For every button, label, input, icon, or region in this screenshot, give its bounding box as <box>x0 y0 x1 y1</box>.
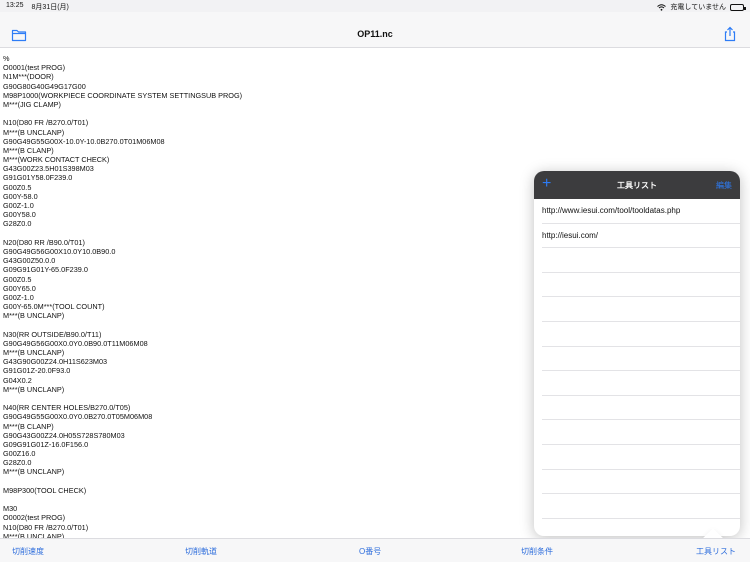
status-time: 13:25 <box>6 2 24 9</box>
code-line: M98P1000(WORKPIECE COORDINATE SYSTEM SET… <box>3 90 243 100</box>
code-line: G43G00Z50.0.0 <box>3 256 56 266</box>
status-bar: 13:25 8月31日(月) 充電していません <box>0 0 750 12</box>
code-line: G90G49G56G00X0.0Y0.0B90.0T11M06M08 <box>3 338 148 348</box>
code-line: G90G49G55G00X0.0Y0.0B270.0T05M06M08 <box>3 412 153 422</box>
battery-icon <box>730 3 746 11</box>
code-line: G00Z-1.0 <box>3 292 34 302</box>
code-line: M***(JIG CLAMP) <box>3 99 61 109</box>
code-line: N10(D80 FR /B270.0/T01) <box>3 118 89 128</box>
code-line: M***(B UNCLANP) <box>3 348 65 357</box>
tool-list-title: 工具リスト <box>617 181 657 190</box>
tool-list-empty-row <box>542 248 740 273</box>
code-line: G90G49G56G00X10.0Y10.0B90.0 <box>3 246 116 256</box>
code-line: G00Y-65.0M***(TOOL COUNT) <box>3 302 105 312</box>
code-line: M30 <box>3 504 18 514</box>
code-line: M***(B CLANP) <box>3 145 54 155</box>
code-line: G04X0.2 <box>3 375 32 385</box>
code-line: M***(B UNCLANP) <box>3 311 65 321</box>
tool-list-empty-row <box>542 445 740 470</box>
tool-list-empty-row <box>542 470 740 495</box>
tool-list-empty-row <box>542 273 740 298</box>
edit-button[interactable]: 編集 <box>716 180 732 191</box>
tab-cutting-speed[interactable]: 切削速度 <box>12 546 44 557</box>
code-line: G09G91G01Z-16.0F156.0 <box>3 439 89 449</box>
tab-o-number[interactable]: O番号 <box>359 546 381 557</box>
code-line: M98P300(TOOL CHECK) <box>3 485 87 495</box>
tool-list-item[interactable]: http://iesui.com/ <box>542 224 740 249</box>
code-line: G90G43G00Z24.0H05S728S780M03 <box>3 430 125 440</box>
code-line: N40(RR CENTER HOLES/B270.0/T05) <box>3 403 131 413</box>
code-line: G28Z0.0 <box>3 219 32 229</box>
tab-bar: 切削速度 切削軌道 O番号 切削条件 工具リスト <box>0 538 750 562</box>
code-line: N1M***(DOOR) <box>3 72 54 82</box>
page-title: OP11.nc <box>357 29 393 39</box>
code-line: N30(RR OUTSIDE/B90.0/T11) <box>3 329 102 339</box>
code-line: G00Y65.0 <box>3 283 36 293</box>
code-line: M***(B UNCLANP) <box>3 467 65 477</box>
tool-list-empty-row <box>542 371 740 396</box>
code-line: M***(B UNCLANP) <box>3 127 65 137</box>
code-line: G90G80G40G49G17G00 <box>3 81 86 91</box>
tool-list-empty-row <box>542 494 740 519</box>
code-line: G43G00Z23.5H01S398M03 <box>3 164 94 174</box>
nc-code-view[interactable]: % O0001(test PROG) N1M***(DOOR) G90G80G40G4… <box>3 54 523 538</box>
code-line: N20(D80 RR /B90.0/T01) <box>3 237 85 247</box>
tool-list-empty-row <box>542 347 740 372</box>
code-line: M***(B UNCLANP) <box>3 384 65 394</box>
charging-status: 充電していません <box>670 4 726 11</box>
code-line: M***(B CLANP) <box>3 421 54 431</box>
navigation-bar: OP11.nc <box>0 12 750 48</box>
code-line: O0002(test PROG) <box>3 513 66 523</box>
tool-list-empty-row <box>542 396 740 421</box>
wifi-icon <box>657 3 667 11</box>
code-line: G90G49G55G00X-10.0Y-10.0B270.0T01M06M08 <box>3 136 165 146</box>
status-date: 8月31日(月) <box>31 4 69 11</box>
code-line: G00Y58.0 <box>3 210 36 220</box>
share-icon[interactable] <box>722 26 738 42</box>
code-line: G00Y-58.0 <box>3 191 38 201</box>
tool-list-empty-row <box>542 297 740 322</box>
tool-list-popover: + 工具リスト 編集 http://www.iesui.com/tool/too… <box>534 171 740 536</box>
code-line: O0001(test PROG) <box>3 63 66 73</box>
code-line: M***(WORK CONTACT CHECK) <box>3 155 110 165</box>
tool-list: http://www.iesui.com/tool/tooldatas.php h… <box>534 199 740 536</box>
tool-list-item[interactable]: http://www.iesui.com/tool/tooldatas.php <box>542 199 740 224</box>
tool-list-empty-row <box>542 322 740 347</box>
code-line: G28Z0.0 <box>3 458 32 468</box>
code-line: G09G91G01Y-65.0F239.0 <box>3 265 88 275</box>
code-line: N10(D80 FR /B270.0/T01) <box>3 522 89 532</box>
tab-cutting-path[interactable]: 切削軌道 <box>185 546 217 557</box>
code-line: G43G90G00Z24.0H11S623M03 <box>3 357 108 367</box>
tab-cutting-conditions[interactable]: 切削条件 <box>521 546 553 557</box>
code-line: G91G01Z-20.0F93.0 <box>3 366 71 376</box>
code-line: G91G01Y58.0F239.0 <box>3 173 73 183</box>
code-line: % <box>3 54 10 63</box>
tab-tool-list[interactable]: 工具リスト <box>696 546 736 557</box>
code-line: G00Z0.5 <box>3 182 32 192</box>
tool-list-empty-row <box>542 420 740 445</box>
code-line: G00Z-1.0 <box>3 201 34 210</box>
tool-list-header: + 工具リスト 編集 <box>534 171 740 199</box>
code-line: G00Z0.5 <box>3 274 32 284</box>
code-line: G00Z16.0 <box>3 449 36 459</box>
